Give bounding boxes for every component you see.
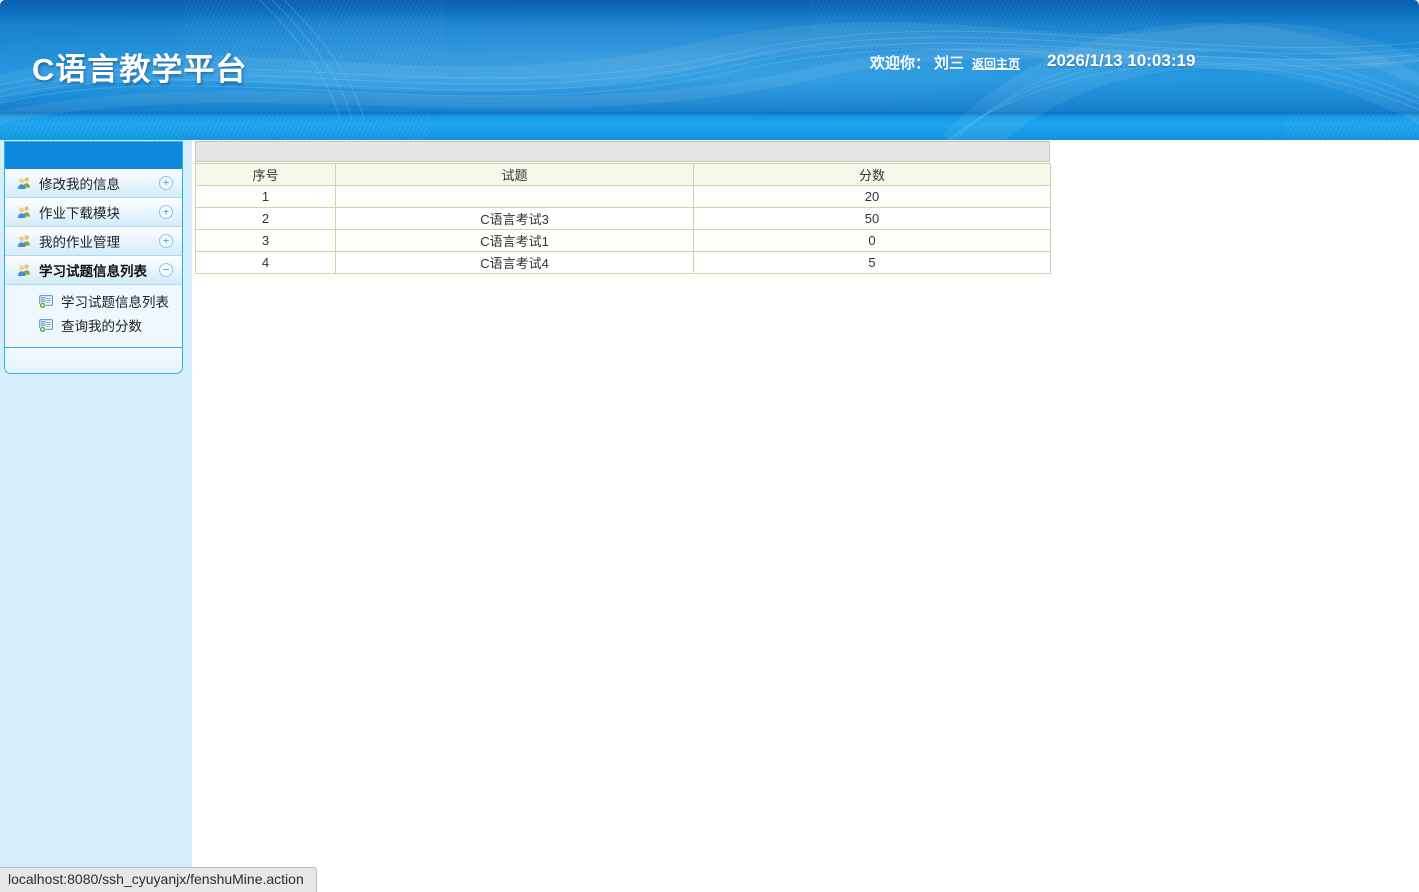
sidebar-item-my-homework-management[interactable]: 我的作业管理 +: [5, 227, 182, 256]
cell-score: 20: [693, 185, 1051, 208]
sidebar-subitem-study-exam-list[interactable]: 学习试题信息列表: [5, 289, 182, 313]
collapse-minus-icon[interactable]: −: [159, 263, 173, 277]
username: 刘三: [934, 55, 965, 72]
column-header-exam: 试题: [335, 163, 694, 186]
column-header-no: 序号: [195, 163, 336, 186]
cell-exam: C语言考试3: [335, 207, 694, 230]
table-header-row: 序号 试题 分数: [195, 163, 1051, 186]
sidebar-subitem-query-my-scores[interactable]: 查询我的分数: [5, 313, 182, 337]
sidebar-header-bar: [5, 142, 182, 169]
table-row: 4 C语言考试4 5: [195, 251, 1051, 274]
expand-plus-icon[interactable]: +: [159, 205, 173, 219]
cell-exam: C语言考试1: [335, 229, 694, 252]
cell-exam: C语言考试4: [335, 251, 694, 274]
table-row: 2 C语言考试3 50: [195, 207, 1051, 230]
column-header-score: 分数: [693, 163, 1051, 186]
cell-exam: [335, 185, 694, 208]
users-icon: [17, 264, 30, 276]
sidebar-item-label: 学习试题信息列表: [39, 264, 147, 279]
return-home-link[interactable]: 返回主页: [972, 55, 1020, 72]
users-icon: [17, 206, 30, 218]
users-icon: [17, 177, 30, 189]
status-bar: localhost:8080/ssh_cyuyanjx/fenshuMine.a…: [0, 867, 317, 892]
datetime-display: 2026/1/13 10:03:19: [1047, 51, 1196, 70]
id-card-add-icon: [39, 319, 54, 333]
table-caption-bar: [195, 141, 1050, 162]
cell-score: 0: [693, 229, 1051, 252]
sidebar-submenu: 学习试题信息列表 查询我的分数: [5, 285, 182, 347]
users-icon: [17, 235, 30, 247]
sidebar: 修改我的信息 + 作业下载模块 + 我的作业管理 + 学习试题信息列表 − 学习…: [4, 141, 183, 374]
app-header: C语言教学平台 欢迎你： 刘三 返回主页 2026/1/13 10:03:19: [0, 0, 1419, 140]
cell-no: 1: [195, 185, 336, 208]
table-row: 1 20: [195, 185, 1051, 208]
left-column-background: 修改我的信息 + 作业下载模块 + 我的作业管理 + 学习试题信息列表 − 学习…: [0, 140, 192, 892]
sidebar-subitem-label: 学习试题信息列表: [61, 295, 169, 310]
cell-no: 4: [195, 251, 336, 274]
expand-plus-icon[interactable]: +: [159, 176, 173, 190]
main-content: 序号 试题 分数 1 20 2 C语言考试3 50 3 C语言考试1 0 4 C…: [195, 141, 1051, 274]
sidebar-subitem-label: 查询我的分数: [61, 319, 142, 334]
expand-plus-icon[interactable]: +: [159, 234, 173, 248]
id-card-add-icon: [39, 295, 54, 309]
cell-no: 3: [195, 229, 336, 252]
sidebar-footer: [5, 347, 182, 373]
sidebar-item-label: 修改我的信息: [39, 177, 120, 192]
sidebar-item-study-exam-list[interactable]: 学习试题信息列表 −: [5, 256, 182, 285]
scores-table: 序号 试题 分数 1 20 2 C语言考试3 50 3 C语言考试1 0 4 C…: [195, 163, 1051, 274]
page-title: C语言教学平台: [32, 52, 248, 87]
table-row: 3 C语言考试1 0: [195, 229, 1051, 252]
cell-no: 2: [195, 207, 336, 230]
cell-score: 50: [693, 207, 1051, 230]
status-bar-url: localhost:8080/ssh_cyuyanjx/fenshuMine.a…: [8, 871, 304, 887]
cell-score: 5: [693, 251, 1051, 274]
sidebar-item-homework-download[interactable]: 作业下载模块 +: [5, 198, 182, 227]
header-user-info: 欢迎你： 刘三 返回主页: [870, 52, 1020, 73]
sidebar-item-modify-my-info[interactable]: 修改我的信息 +: [5, 169, 182, 198]
sidebar-item-label: 我的作业管理: [39, 235, 120, 250]
sidebar-item-label: 作业下载模块: [39, 206, 120, 221]
welcome-label: 欢迎你：: [870, 55, 931, 72]
